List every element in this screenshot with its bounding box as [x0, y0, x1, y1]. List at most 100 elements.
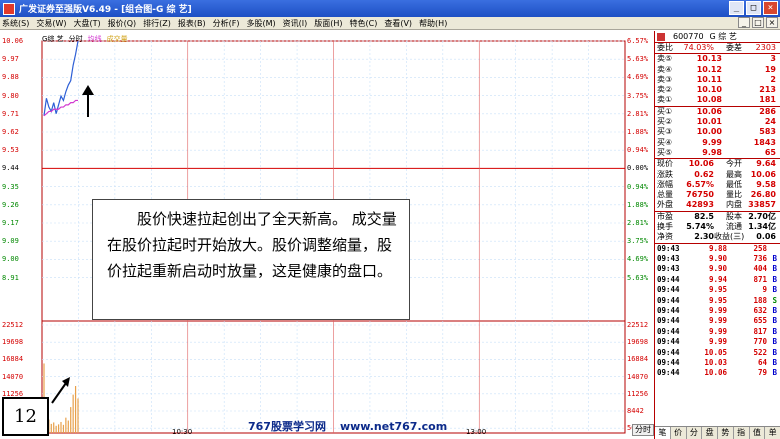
ask-row[interactable]: 卖⑤ 10.13 3 [655, 54, 780, 64]
menu-market[interactable]: 大盘(T) [73, 18, 100, 29]
menu-quote[interactable]: 报价(Q) [108, 18, 137, 29]
panel-tab[interactable]: 价 [671, 427, 687, 439]
stat-label: 量比 [726, 190, 742, 200]
bid-row[interactable]: 买⑤ 9.98 65 [655, 148, 780, 158]
tick-side: B [772, 274, 777, 284]
panel-tab[interactable]: 值 [750, 427, 766, 439]
x-tick-label: 10:30 [172, 428, 193, 436]
tick-side: B [772, 326, 777, 336]
stat-value: 6.57% [686, 179, 714, 189]
bid-row-volume: 583 [759, 127, 776, 137]
ask-row[interactable]: 卖② 10.10 213 [655, 85, 780, 95]
tick-row: 09:44 9.99 770 B [655, 337, 780, 347]
panel-tab[interactable]: 笔 [655, 427, 671, 439]
stat-row: 涨跌 0.62 最高 10.06 [655, 170, 780, 180]
tick-price: 9.90 [708, 254, 727, 264]
chart-mode-label: 分时 [68, 35, 83, 43]
ask-row-volume: 213 [759, 85, 776, 95]
stat-label: 涨跌 [657, 169, 673, 179]
tick-side: B [772, 254, 777, 264]
child-minimize-button[interactable]: _ [738, 17, 750, 28]
tab-fenshi[interactable]: 分时 [632, 424, 654, 436]
tick-volume: 655 [753, 316, 767, 326]
tick-side: B [772, 357, 777, 367]
price-tick-label: 9.17 [2, 219, 19, 227]
title-bar: 广发证券至强版V6.49 - [组合图-G 综 艺] _ □ × [0, 0, 780, 17]
tick-price: 10.03 [704, 357, 727, 367]
menu-rank[interactable]: 排行(Z) [143, 18, 171, 29]
ask-row-volume: 2 [770, 74, 776, 84]
tick-side: B [772, 368, 777, 378]
ask-row[interactable]: 卖① 10.08 181 [655, 95, 780, 105]
menu-multi-stock[interactable]: 多股(M) [246, 18, 275, 29]
tick-volume: 632 [753, 305, 767, 315]
bid-row-label: 买② [657, 117, 673, 127]
price-tick-label: 9.09 [2, 237, 19, 246]
stat-label: 今开 [726, 159, 742, 169]
tick-price: 9.99 [708, 305, 727, 315]
percent-tick-label: 2.81% [627, 109, 649, 118]
bid-row[interactable]: 买② 10.01 24 [655, 117, 780, 127]
weibi-label: 委比 [657, 43, 673, 52]
menu-help[interactable]: 帮助(H) [419, 18, 447, 29]
ask-row[interactable]: 卖③ 10.11 2 [655, 75, 780, 85]
window-title: 广发证券至强版V6.49 - [组合图-G 综 艺] [19, 5, 192, 15]
ask-row-volume: 19 [764, 64, 776, 74]
menu-trade[interactable]: 交易(W) [36, 18, 66, 29]
tick-row: 09:44 9.94 871 B [655, 275, 780, 285]
stat-row: 总量 76750 量比 26.80 [655, 190, 780, 200]
ask-row[interactable]: 卖④ 10.12 19 [655, 65, 780, 75]
child-close-button[interactable]: × [766, 17, 778, 28]
child-maximize-button[interactable]: □ [752, 17, 764, 28]
tick-time: 09:43 [657, 243, 680, 253]
tick-row: 09:43 9.90 404 B [655, 264, 780, 274]
menu-features[interactable]: 特色(C) [350, 18, 378, 29]
watermark-site: 767股票学习网 [248, 420, 326, 433]
price-tick-label: 9.26 [2, 200, 19, 209]
ask-row-label: 卖⑤ [657, 54, 673, 64]
minimize-button[interactable]: _ [729, 1, 744, 15]
bid-row[interactable]: 买③ 10.00 583 [655, 127, 780, 137]
menu-info[interactable]: 资讯(I) [283, 18, 308, 29]
bid-row-price: 9.98 [702, 147, 722, 157]
menu-analysis[interactable]: 分析(F) [213, 18, 240, 29]
chart-header: G综 艺 分时 均线 成交量 [42, 34, 128, 44]
panel-tab[interactable]: 分 [687, 427, 703, 439]
panel-tab[interactable]: 单 [765, 427, 780, 439]
maximize-button[interactable]: □ [746, 1, 761, 15]
panel-tab[interactable]: 势 [718, 427, 734, 439]
percent-tick-label: 4.69% [627, 255, 649, 264]
panel-tab[interactable]: 指 [734, 427, 750, 439]
stats-block: 现价 10.06 今开 9.64 涨跌 0.62 最高 10.06 涨幅 6.57% 最低 9.58 总… [655, 159, 780, 212]
close-button[interactable]: × [763, 1, 778, 15]
bid-row-label: 买④ [657, 137, 673, 147]
bid-row-volume: 65 [764, 147, 776, 157]
annotation-callout: 股价快速拉起创出了全天新高。 成交量在股价拉起时开始放大。股价调整缩量，股价拉起… [92, 199, 410, 320]
stock-code: 600770 [673, 32, 704, 41]
tick-list[interactable]: 09:43 9.88 258 09:43 9.90 736 B 09:43 9.90 404 B 09… [655, 244, 780, 379]
tick-time: 09:44 [657, 295, 680, 305]
percent-tick-label: 3.75% [627, 91, 649, 100]
tick-side: B [772, 305, 777, 315]
bid-row-price: 10.06 [696, 106, 722, 116]
stat-label: 涨幅 [657, 179, 673, 189]
tick-volume: 9 [762, 285, 767, 295]
menu-report[interactable]: 报表(B) [178, 18, 206, 29]
percent-tick-label: 5.63% [627, 55, 649, 64]
bid-row[interactable]: 买① 10.06 286 [655, 107, 780, 117]
tick-price: 9.88 [708, 243, 727, 253]
percent-tick-label: 6.57% [627, 37, 649, 45]
tick-row: 09:44 9.99 632 B [655, 306, 780, 316]
menu-layout[interactable]: 版面(H) [314, 18, 342, 29]
stat-value: 9.58 [756, 179, 776, 189]
volume-tick-label: 8442 [627, 407, 644, 415]
tick-volume: 64 [757, 357, 767, 367]
stat-label: 总量 [657, 190, 673, 200]
bid-row[interactable]: 买④ 9.99 1843 [655, 138, 780, 148]
menu-view[interactable]: 查看(V) [384, 18, 412, 29]
menu-system[interactable]: 系统(S) [2, 18, 29, 29]
bid-row-price: 10.00 [696, 127, 722, 137]
panel-tab[interactable]: 盘 [702, 427, 718, 439]
ask-row-label: 卖① [657, 95, 673, 105]
price-tick-label: 8.91 [2, 273, 19, 282]
